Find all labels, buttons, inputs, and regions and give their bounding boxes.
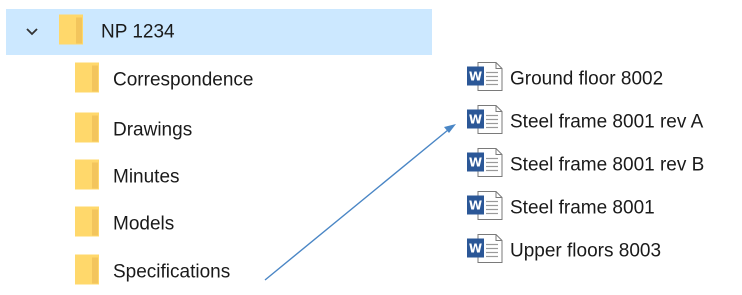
word-document-icon: W [466, 62, 504, 97]
file-item-upper-floors-8003[interactable]: W Upper floors 8003 [466, 230, 738, 272]
tree-item-label: Models [113, 213, 175, 235]
tree-item-minutes[interactable]: Minutes [0, 154, 430, 200]
tree-item-models[interactable]: Models [0, 201, 430, 247]
folder-tree: NP 1234 Correspondence Drawings Minutes [0, 0, 440, 289]
file-item-steel-frame-8001[interactable]: W Steel frame 8001 [466, 187, 738, 229]
folder-icon [74, 159, 100, 196]
tree-item-label: Specifications [113, 261, 231, 283]
word-document-icon: W [466, 191, 504, 226]
file-item-label: Upper floors 8003 [510, 240, 662, 262]
file-item-label: Ground floor 8002 [510, 68, 664, 90]
file-item-ground-floor-8002[interactable]: W Ground floor 8002 [466, 58, 738, 100]
svg-text:W: W [469, 242, 482, 256]
file-item-label: Steel frame 8001 [510, 197, 655, 219]
svg-text:W: W [469, 156, 482, 170]
tree-item-drawings[interactable]: Drawings [0, 107, 430, 153]
file-item-label: Steel frame 8001 rev A [510, 111, 704, 133]
word-document-icon: W [466, 234, 504, 269]
tree-item-label: NP 1234 [101, 21, 175, 43]
svg-text:W: W [469, 199, 482, 213]
tree-item-np-1234[interactable]: NP 1234 [6, 9, 432, 55]
folder-icon [58, 14, 84, 51]
svg-text:W: W [469, 113, 482, 127]
svg-text:W: W [469, 70, 482, 84]
tree-item-specifications[interactable]: Specifications [0, 249, 430, 295]
file-item-steel-frame-8001-rev-b[interactable]: W Steel frame 8001 rev B [466, 144, 738, 186]
file-item-label: Steel frame 8001 rev B [510, 154, 705, 176]
tree-item-label: Correspondence [113, 69, 254, 91]
chevron-down-icon[interactable] [24, 24, 40, 40]
folder-icon [74, 62, 100, 99]
word-document-icon: W [466, 105, 504, 140]
file-item-steel-frame-8001-rev-a[interactable]: W Steel frame 8001 rev A [466, 101, 738, 143]
folder-icon [74, 206, 100, 243]
tree-item-label: Minutes [113, 166, 180, 188]
word-document-icon: W [466, 148, 504, 183]
tree-item-label: Drawings [113, 119, 193, 141]
tree-item-correspondence[interactable]: Correspondence [0, 57, 430, 103]
folder-icon [74, 254, 100, 291]
folder-icon [74, 112, 100, 149]
